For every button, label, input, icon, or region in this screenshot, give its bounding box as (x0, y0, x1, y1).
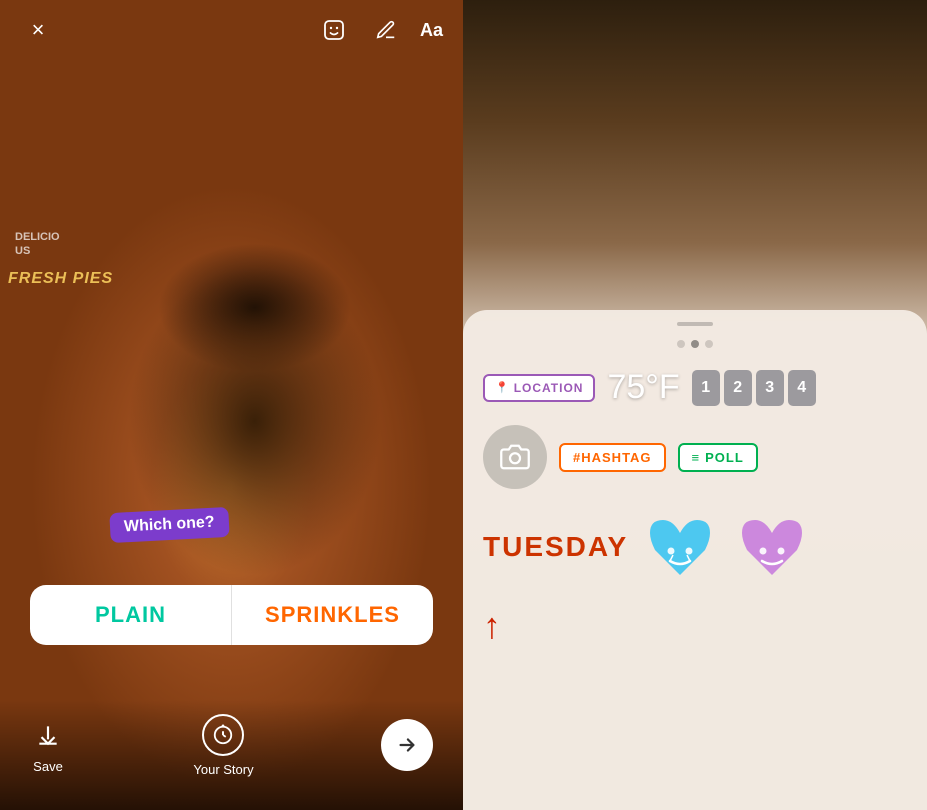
location-label: LOCATION (514, 381, 584, 395)
purple-heart-sticker[interactable] (732, 507, 812, 587)
location-pin-icon: 📍 (495, 381, 510, 394)
save-action[interactable]: Save (30, 717, 66, 774)
bottom-toolbar: Save Your Story (0, 700, 463, 810)
drag-handle[interactable] (677, 322, 713, 326)
time-sticker[interactable]: 1 2 3 4 (692, 370, 816, 406)
story-editor-right: 📍 LOCATION 75°F 1 2 3 4 #HASHTAG ≡ (463, 0, 927, 810)
close-button[interactable]: × (20, 12, 56, 48)
save-icon (30, 717, 66, 753)
your-story-label: Your Story (193, 762, 253, 777)
fresh-pies-sign: FRESH PIES (8, 270, 113, 288)
day-sticker[interactable]: TUESDAY (483, 531, 628, 563)
top-toolbar: × Aa (0, 0, 463, 60)
bakery-sign-text: DELICIO US (15, 230, 60, 259)
blue-heart-sticker[interactable] (640, 507, 720, 587)
time-digit-1: 1 (692, 370, 720, 406)
draw-icon[interactable] (368, 12, 404, 48)
sticker-row-2: #HASHTAG ≡ POLL (463, 425, 927, 489)
poll-option-sprinkles[interactable]: SPRINKLES (232, 585, 433, 645)
poll-option-plain[interactable]: PLAIN (30, 585, 232, 645)
temperature-sticker[interactable]: 75°F (607, 368, 679, 407)
location-sticker[interactable]: 📍 LOCATION (483, 374, 595, 402)
top-right-icons: Aa (316, 12, 443, 48)
panel-dot-1 (677, 340, 685, 348)
which-one-sticker[interactable]: Which one? (109, 507, 229, 543)
person-photo (0, 0, 463, 810)
your-story-icon (202, 714, 244, 756)
time-digit-2: 2 (724, 370, 752, 406)
next-button[interactable] (381, 719, 433, 771)
sticker-picker-panel: 📍 LOCATION 75°F 1 2 3 4 #HASHTAG ≡ (463, 310, 927, 810)
save-label: Save (33, 759, 63, 774)
story-editor-left: DELICIO US FRESH PIES × Aa (0, 0, 463, 810)
sticker-row-3: TUESDAY (463, 507, 927, 587)
sticker-row-1: 📍 LOCATION 75°F 1 2 3 4 (463, 368, 927, 407)
time-digit-3: 3 (756, 370, 784, 406)
poll-label: POLL (705, 450, 744, 465)
your-story-action[interactable]: Your Story (193, 714, 253, 777)
hashtag-sticker[interactable]: #HASHTAG (559, 443, 666, 472)
poll-sticker[interactable]: PLAIN SPRINKLES (30, 585, 433, 645)
poll-sticker-btn[interactable]: ≡ POLL (678, 443, 758, 472)
red-arrow-sticker[interactable]: ↑ (483, 605, 501, 647)
panel-dot-2 (691, 340, 699, 348)
sticker-row-4: ↑ (463, 605, 927, 647)
time-digit-4: 4 (788, 370, 816, 406)
panel-dot-3 (705, 340, 713, 348)
poll-icon: ≡ (692, 450, 701, 465)
face-filter-icon[interactable] (316, 12, 352, 48)
camera-sticker[interactable] (483, 425, 547, 489)
panel-dots (677, 340, 713, 348)
text-tool-button[interactable]: Aa (420, 20, 443, 41)
